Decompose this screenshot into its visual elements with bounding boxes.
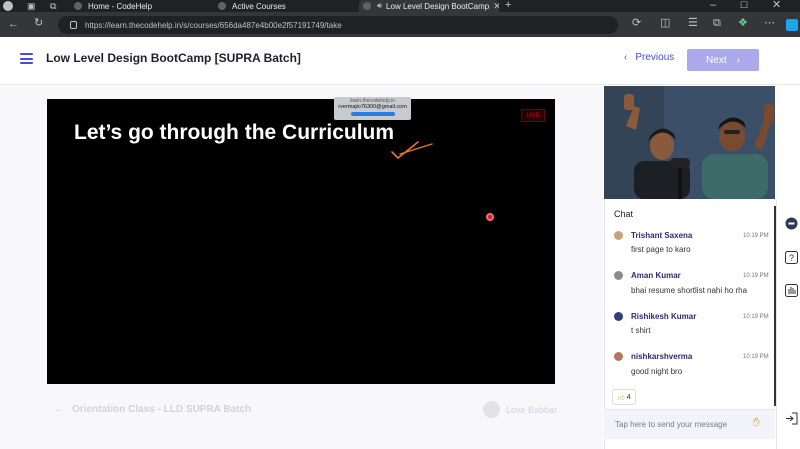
next-button[interactable]: Next › [687,49,759,71]
extension-icon[interactable]: ❖ [738,18,748,29]
browser-tab-bar: ▣ ⧉ Home - CodeHelp Active Courses 🔊︎ Lo… [0,0,800,12]
thumbs-up-icon: 👍︎ [617,394,625,402]
chevron-left-icon: ‹ [624,52,628,63]
collections-icon[interactable]: ⧉ [713,18,721,29]
user-avatar [614,271,623,280]
chat-icon[interactable] [784,216,798,230]
url-text: https://learn.thecodehelp.in/s/courses/6… [85,20,342,30]
url-field[interactable]: https://learn.thecodehelp.in/s/courses/6… [58,16,618,34]
user-avatar [614,231,623,240]
user-avatar [614,352,623,361]
course-title: Low Level Design BootCamp [SUPRA Batch] [46,51,301,65]
instructor: Love Babbar [483,401,557,418]
annotation-checkmark-icon [391,141,433,160]
back-icon[interactable]: ← [8,19,19,30]
reaction-count: 4 [626,393,631,401]
codehelp-favicon-icon [218,2,226,10]
split-screen-icon[interactable]: ◫ [660,18,670,29]
previous-lesson-link[interactable]: ← Orientation Class - LLD SUPRA Batch [54,404,251,415]
chat-message-text: first page to karo [631,245,691,254]
chat-timestamp: 10:19 PM [743,314,769,320]
chat-user-name: Trishant Saxena [631,231,693,240]
chat-message-text: bhai resume shortlist nahi ho rha [631,286,748,295]
chat-timestamp: 10:19 PM [743,233,769,239]
instructor-name: Love Babbar [506,404,558,415]
previous-button[interactable]: ‹ Previous [624,52,674,63]
chat-user-name: nishkarshverma [631,352,693,361]
tab-low-level-design[interactable]: 🔊︎ Low Level Design BootCamp ✕ [359,0,499,12]
chat-title: Chat [614,209,634,219]
next-label: Next [706,54,727,66]
copilot-icon[interactable] [786,19,798,31]
question-icon[interactable]: ? [784,250,798,264]
tab-active-courses[interactable]: Active Courses [218,0,358,12]
favorites-icon[interactable]: ☰ [688,18,698,29]
chat-user-name: Rishikesh Kumar [631,312,697,321]
profile-icon[interactable] [3,1,13,11]
previous-label: Previous [635,52,675,63]
codehelp-favicon-icon [74,2,82,10]
minimize-icon[interactable]: – [710,0,716,11]
previous-lesson-title: Orientation Class - LLD SUPRA Batch [72,404,252,415]
chat-timestamp: 10:19 PM [743,273,769,279]
chat-user-name: Aman Kumar [631,271,681,280]
arrow-left-icon: ← [54,404,64,415]
slide-heading: Let’s go through the Curriculum [74,121,395,144]
wave-hand-icon[interactable]: ✋︎ [753,415,760,430]
close-window-icon[interactable]: ✕ [772,0,781,11]
browser-essentials-icon[interactable]: ⟳ [632,18,641,29]
user-avatar [614,312,623,321]
svg-text:?: ? [788,253,793,263]
raise-hand-icon[interactable] [784,283,798,297]
chat-message-text: good night bro [631,367,683,376]
live-badge: LIVE [521,109,545,122]
chat-message-text: t shirt [631,326,651,335]
menu-icon[interactable] [20,53,33,64]
refresh-icon[interactable]: ↻ [34,18,43,29]
watermark-bar [350,112,395,116]
more-menu-icon[interactable]: ⋯ [764,18,775,29]
email-watermark: learn.thecodehelp.in rvermajio76300@gmai… [334,97,411,120]
close-tab-icon[interactable]: ✕ [493,1,499,12]
tab-actions-icon[interactable]: ⧉ [50,1,56,12]
chevron-right-icon: › [736,54,740,66]
thumbs-up-reaction[interactable]: 👍︎ 4 [612,389,636,405]
instructor-camera-feed [604,86,775,199]
new-tab-icon[interactable]: + [505,0,511,11]
chat-input[interactable] [615,417,745,431]
workspaces-icon[interactable]: ▣ [27,1,36,12]
lock-icon [70,21,77,29]
exit-icon[interactable] [784,411,798,425]
tab-home-codehelp[interactable]: Home - CodeHelp [74,0,214,12]
instructor-avatar [483,401,500,418]
camera-image [604,86,775,199]
watermark-email: rvermajio76300@gmail.com [338,104,407,110]
laser-pointer [486,213,494,221]
chat-timestamp: 10:19 PM [743,354,769,360]
maximize-icon[interactable]: ☐ [740,0,748,11]
codehelp-favicon-icon [363,2,371,10]
speaker-icon[interactable]: 🔊︎ [377,1,382,11]
